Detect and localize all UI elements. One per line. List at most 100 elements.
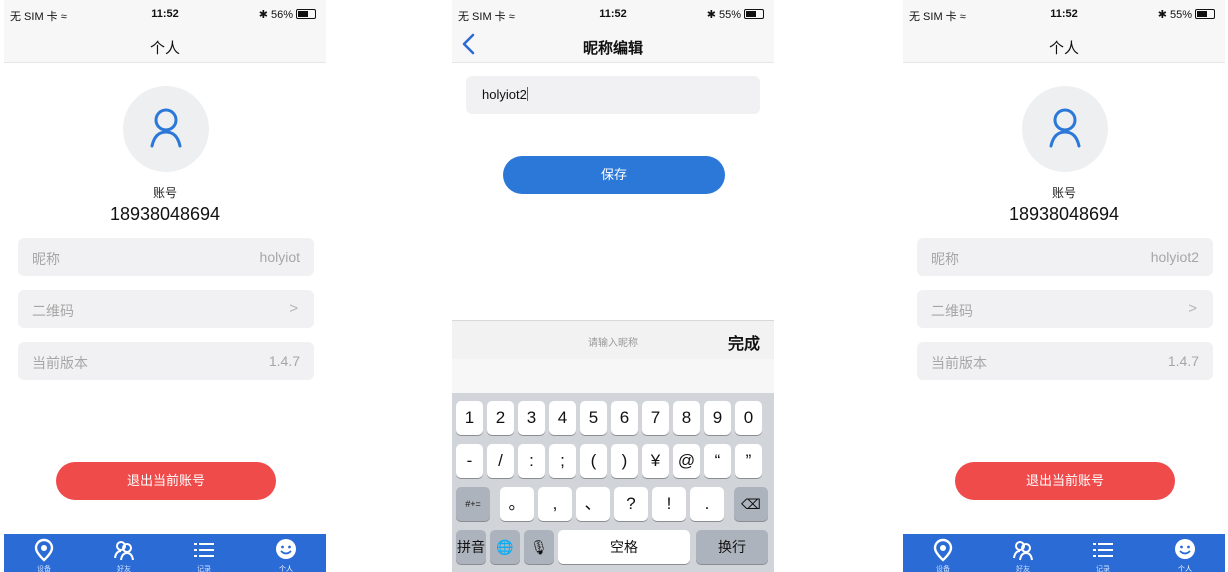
key-5[interactable]: 5 [580, 401, 607, 435]
account-number: 18938048694 [109, 204, 221, 224]
battery-text: ✱ 56% [258, 9, 293, 21]
key-question[interactable]: ? [614, 487, 648, 521]
friends-icon [114, 541, 134, 561]
qrcode-row[interactable]: 二维码 > [917, 290, 1213, 328]
space-key[interactable]: 空格 [558, 530, 690, 564]
microphone-icon[interactable]: 🎙 [524, 530, 554, 564]
key-period-cn[interactable]: 。 [500, 487, 534, 521]
qrcode-label: 二维码 [931, 303, 973, 319]
nickname-row[interactable]: 昵称 holyiot [18, 238, 314, 276]
tab-bar: 设备 好友 记录 个人 [4, 534, 326, 572]
tab-label: 设备 [936, 566, 950, 572]
keyboard-toolbar: 请输入昵称 完成 [452, 320, 774, 359]
nickname-row[interactable]: 昵称 holyiot2 [917, 238, 1213, 276]
battery-icon [296, 9, 316, 19]
key-4[interactable]: 4 [549, 401, 576, 435]
profile-screen-2: 无 SIM 卡 ≈ 11:52 ✱ 55% 个人 账号 18938048694 … [903, 0, 1225, 572]
account-number: 18938048694 [1008, 204, 1120, 224]
nickname-input-value: holyiot2 [482, 87, 528, 102]
nav-bar: 个人 [4, 28, 326, 63]
profile-screen-1: 无 SIM 卡 ≈ 11:52 ✱ 56% 个人 账号 18938048694 … [4, 0, 326, 572]
key-7[interactable]: 7 [642, 401, 669, 435]
key-slash[interactable]: / [487, 444, 514, 478]
tab-records[interactable]: 记录 [164, 534, 244, 572]
page-title: 个人 [149, 40, 180, 57]
tab-devices[interactable]: 设备 [4, 534, 84, 572]
done-button[interactable]: 完成 [728, 330, 760, 354]
key-hyphen[interactable]: - [456, 444, 483, 478]
tab-friends[interactable]: 好友 [84, 534, 164, 572]
status-bar: 无 SIM 卡 ≈ 11:52 ✱ 55% [452, 0, 774, 28]
nickname-input[interactable]: holyiot2 [466, 76, 760, 114]
tab-label: 个人 [279, 566, 293, 572]
tab-label: 设备 [37, 566, 51, 572]
key-3[interactable]: 3 [518, 401, 545, 435]
logout-button[interactable]: 退出当前账号 [56, 462, 276, 500]
key-1[interactable]: 1 [456, 401, 483, 435]
key-left-quote[interactable]: “ [704, 444, 731, 478]
key-2[interactable]: 2 [487, 401, 514, 435]
key-colon[interactable]: : [518, 444, 545, 478]
key-yen[interactable]: ¥ [642, 444, 669, 478]
input-text: holyiot2 [482, 87, 527, 102]
battery-indicator: ✱ 56% [259, 8, 316, 21]
key-semicolon[interactable]: ; [549, 444, 576, 478]
key-symbols[interactable]: #+= [456, 487, 490, 521]
battery-indicator: ✱ 55% [1158, 8, 1215, 21]
key-pinyin[interactable]: 拼音 [456, 530, 486, 564]
key-left-paren[interactable]: ( [580, 444, 607, 478]
version-value: 1.4.7 [1167, 353, 1199, 369]
chevron-right-icon: > [1188, 300, 1197, 317]
logout-button[interactable]: 退出当前账号 [955, 462, 1175, 500]
text-caret [526, 87, 528, 101]
tab-label: 个人 [1178, 566, 1192, 572]
qrcode-row[interactable]: 二维码 > [18, 290, 314, 328]
key-enum-comma[interactable]: 、 [576, 487, 610, 521]
version-label: 当前版本 [931, 355, 987, 371]
battery-icon [1195, 9, 1215, 19]
key-at[interactable]: @ [673, 444, 700, 478]
return-key[interactable]: 换行 [696, 530, 768, 564]
nickname-edit-screen: 无 SIM 卡 ≈ 11:52 ✱ 55% 昵称编辑 holyiot2 保存 请… [452, 0, 774, 572]
keyboard-suggestion-bar [452, 359, 774, 393]
key-right-paren[interactable]: ) [611, 444, 638, 478]
avatar[interactable] [1022, 86, 1108, 172]
battery-text: ✱ 55% [706, 9, 741, 21]
user-icon [150, 108, 182, 148]
user-icon [1049, 108, 1081, 148]
key-period[interactable]: . [690, 487, 724, 521]
tab-label: 好友 [117, 566, 131, 572]
list-icon [1093, 543, 1113, 557]
battery-indicator: ✱ 55% [707, 8, 764, 21]
version-row: 当前版本 1.4.7 [18, 342, 314, 380]
tab-label: 记录 [197, 566, 211, 572]
key-6[interactable]: 6 [611, 401, 638, 435]
globe-icon[interactable]: 🌐 [490, 530, 520, 564]
avatar[interactable] [123, 86, 209, 172]
tab-devices[interactable]: 设备 [903, 534, 983, 572]
tab-profile[interactable]: 个人 [246, 534, 326, 572]
nickname-value: holyiot [259, 249, 300, 265]
tab-profile[interactable]: 个人 [1145, 534, 1225, 572]
key-right-quote[interactable]: ” [735, 444, 762, 478]
nickname-label: 昵称 [32, 251, 60, 267]
key-exclamation[interactable]: ! [652, 487, 686, 521]
friends-icon [1013, 541, 1033, 561]
key-9[interactable]: 9 [704, 401, 731, 435]
key-0[interactable]: 0 [735, 401, 762, 435]
key-comma[interactable]: , [538, 487, 572, 521]
tab-records[interactable]: 记录 [1063, 534, 1143, 572]
tab-friends[interactable]: 好友 [983, 534, 1063, 572]
chevron-right-icon: > [289, 300, 298, 317]
battery-text: ✱ 55% [1157, 9, 1192, 21]
key-8[interactable]: 8 [673, 401, 700, 435]
qrcode-label: 二维码 [32, 303, 74, 319]
backspace-key[interactable]: ⌫ [734, 487, 768, 521]
save-button[interactable]: 保存 [503, 156, 725, 194]
nav-bar: 昵称编辑 [452, 28, 774, 63]
status-bar: 无 SIM 卡 ≈ 11:52 ✱ 55% [903, 0, 1225, 28]
tab-label: 记录 [1096, 566, 1110, 572]
nickname-value: holyiot2 [1150, 249, 1199, 265]
page-title: 昵称编辑 [582, 40, 643, 57]
tab-label: 好友 [1016, 566, 1030, 572]
